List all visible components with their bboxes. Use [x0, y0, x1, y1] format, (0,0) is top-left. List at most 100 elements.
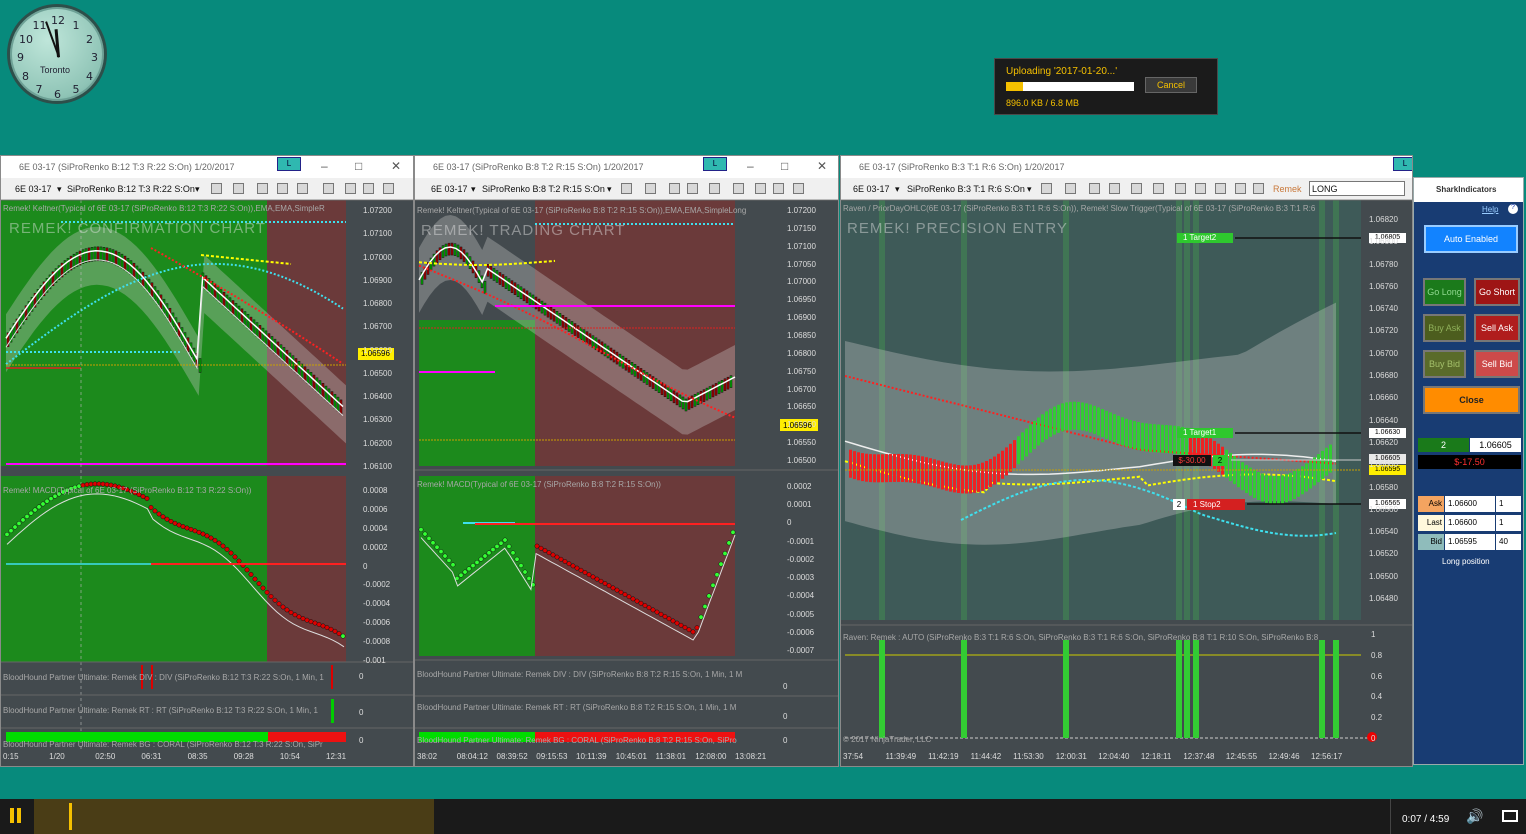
bars-icon[interactable] [211, 183, 222, 194]
chart-trader-icon[interactable] [383, 183, 394, 194]
drawing-tool-icon[interactable] [1089, 183, 1100, 194]
renko-bar [282, 347, 286, 362]
maximize-icon[interactable]: □ [781, 159, 788, 173]
close-icon[interactable]: ✕ [391, 159, 401, 173]
eraser-icon[interactable] [687, 183, 698, 194]
volume-icon[interactable]: 🔊 [1466, 808, 1483, 825]
drawing-tool-icon[interactable] [257, 183, 268, 194]
close-button[interactable]: Close [1423, 386, 1520, 414]
go-long-button[interactable]: Go Long [1423, 278, 1466, 306]
chart-area[interactable]: Remek! Keltner(Typical of 6E 03-17 (SiPr… [415, 200, 838, 766]
minimize-icon[interactable]: – [321, 159, 328, 173]
renko-bar [1325, 447, 1328, 476]
macd-dot [228, 550, 234, 556]
close-icon[interactable]: ✕ [817, 159, 827, 173]
renko-bar [1145, 423, 1148, 452]
price-panel-label: Remek! Keltner(Typical of 6E 03-17 (SiPr… [417, 206, 747, 215]
chart-trader-icon[interactable] [793, 183, 804, 194]
renko-bar [327, 388, 331, 404]
properties-icon[interactable] [1175, 183, 1186, 194]
alerts-icon[interactable] [1235, 183, 1246, 194]
video-player-bar: 0:07 / 4:59 🔊 [0, 799, 1526, 834]
pencil-icon[interactable] [645, 183, 656, 194]
go-short-button[interactable]: Go Short [1474, 278, 1520, 306]
link-button[interactable]: L [1393, 157, 1412, 171]
pencil-icon[interactable] [1065, 183, 1076, 194]
macd-dot [288, 610, 294, 615]
cursor-icon[interactable] [1131, 183, 1142, 194]
pencil-icon[interactable] [233, 183, 244, 194]
video-progress-bar[interactable] [34, 799, 434, 834]
renko-bar [1041, 414, 1044, 443]
playhead[interactable] [69, 803, 73, 830]
zoom-icon[interactable] [733, 183, 744, 194]
sell-ask-button[interactable]: Sell Ask [1474, 314, 1520, 342]
oscillator-axis-label: 0.4 [1371, 692, 1383, 702]
chart-area[interactable]: Raven / PriorDayOHLC(6E 03-17 (SiProRenk… [841, 200, 1412, 766]
buy-ask-button[interactable]: Buy Ask [1423, 314, 1466, 342]
zoom-icon[interactable] [323, 183, 334, 194]
upload-cancel-button[interactable]: Cancel [1145, 77, 1197, 93]
instrument-selector[interactable]: 6E 03-17 [853, 184, 890, 194]
auto-enabled-button[interactable]: Auto Enabled [1424, 225, 1518, 253]
target2-order[interactable]: 1 Target2 [1177, 233, 1233, 243]
chart-area[interactable]: Remek! Keltner(Typical of 6E 03-17 (SiPr… [1, 200, 413, 766]
help-link[interactable]: Help [1482, 205, 1498, 214]
chart-window-trading: 6E 03-17 (SiProRenko B:8 T:2 R:15 S:On) … [414, 155, 839, 767]
cursor-icon[interactable] [709, 183, 720, 194]
help-icon[interactable]: ? [1508, 204, 1518, 214]
minimize-icon[interactable]: – [747, 159, 754, 173]
chart-trader-icon[interactable] [1215, 183, 1226, 194]
macd-dot [224, 546, 230, 552]
dropdown-icon[interactable]: ▾ [57, 184, 62, 195]
dropdown-icon[interactable]: ▾ [471, 184, 476, 195]
strategy-icon[interactable] [1195, 183, 1206, 194]
stop-order[interactable]: 1 Stop2 [1187, 499, 1245, 510]
renko-bar [693, 394, 697, 407]
dropdown-icon[interactable]: ▾ [607, 184, 612, 195]
buy-bid-button[interactable]: Buy Bid [1423, 350, 1466, 378]
renko-bar [1245, 465, 1248, 494]
macd-dot [188, 526, 194, 532]
maximize-icon[interactable]: □ [355, 159, 362, 173]
last-price: 1.06600 [1445, 515, 1495, 531]
zoom-icon[interactable] [1153, 183, 1164, 194]
drawing-tool-icon[interactable] [669, 183, 680, 194]
macd-dot [478, 556, 484, 562]
target1-order[interactable]: 1 Target1 [1177, 428, 1233, 438]
renko-bar [1285, 474, 1288, 503]
properties-icon[interactable] [345, 183, 356, 194]
renko-bar [300, 363, 304, 379]
sell-bid-button[interactable]: Sell Bid [1474, 350, 1520, 378]
price-axis-label: 1.06660 [1369, 393, 1398, 403]
oscillator-axis-label: 0.8 [1371, 650, 1383, 660]
instrument-selector[interactable]: 6E 03-17 [431, 184, 468, 194]
link-button[interactable]: L [277, 157, 301, 171]
series-selector[interactable]: SiProRenko B:12 T:3 R:22 S:On [67, 184, 195, 194]
series-selector[interactable]: SiProRenko B:8 T:2 R:15 S:On [482, 184, 605, 194]
properties-icon[interactable] [755, 183, 766, 194]
strategy-icon[interactable] [363, 183, 374, 194]
instrument-selector[interactable]: 6E 03-17 [15, 184, 52, 194]
mode-select[interactable]: LONG [1309, 181, 1405, 196]
dropdown-icon[interactable]: ▾ [1027, 184, 1032, 195]
series-selector[interactable]: SiProRenko B:3 T:1 R:6 S:On [907, 184, 1025, 194]
bars-icon[interactable] [621, 183, 632, 194]
link-button[interactable]: L [703, 157, 727, 171]
fullscreen-icon[interactable] [1502, 810, 1518, 822]
strategy-icon[interactable] [773, 183, 784, 194]
bars-icon[interactable] [1041, 183, 1052, 194]
eraser-icon[interactable] [1109, 183, 1120, 194]
eraser-icon[interactable] [277, 183, 288, 194]
dropdown-icon[interactable]: ▾ [895, 184, 900, 195]
pause-icon[interactable] [8, 808, 24, 824]
dropdown-icon[interactable]: ▾ [195, 184, 200, 195]
price-axis-label: 1.06580 [1369, 482, 1398, 492]
macd-dot [324, 625, 330, 630]
time-axis-label: 37:54 [843, 752, 864, 761]
price-axis-label: 1.06700 [363, 322, 392, 332]
renko-bar [897, 453, 900, 482]
clock-numeral: 1 [72, 18, 80, 32]
template-icon[interactable] [1253, 183, 1264, 194]
cursor-icon[interactable] [297, 183, 308, 194]
